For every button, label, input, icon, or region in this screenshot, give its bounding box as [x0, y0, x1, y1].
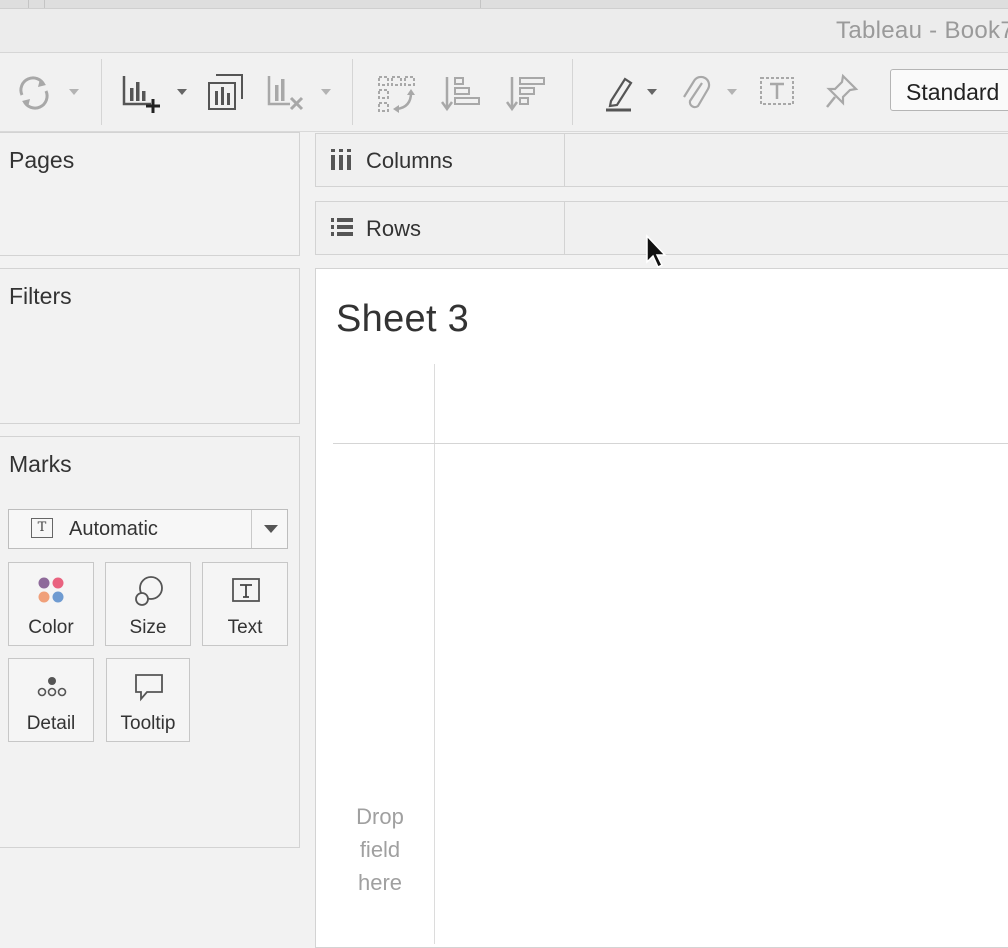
toolbar-separator: [101, 59, 102, 125]
mark-type-value: Automatic: [69, 518, 158, 540]
column-header-divider: [333, 443, 1008, 444]
duplicate-sheet-icon[interactable]: [206, 73, 246, 118]
refresh-icon[interactable]: [14, 73, 54, 118]
tab-divider: [480, 0, 481, 8]
new-worksheet-dropdown[interactable]: [177, 89, 187, 95]
rows-shelf-label: Rows: [366, 216, 422, 241]
detail-button-label: Detail: [26, 713, 76, 734]
text-mark-type-icon: T: [31, 518, 53, 538]
swap-rows-columns-icon[interactable]: [377, 73, 419, 120]
group-members-icon[interactable]: [680, 73, 712, 118]
window-title: Tableau - Book7: [836, 17, 1008, 44]
columns-shelf[interactable]: Columns: [315, 133, 1008, 187]
refresh-dropdown[interactable]: [69, 89, 79, 95]
toolbar: Standard: [0, 53, 1008, 132]
tooltip-icon: [133, 671, 165, 703]
rows-icon: [330, 216, 354, 243]
sort-descending-icon[interactable]: [505, 73, 548, 120]
shelf-divider: [564, 134, 565, 186]
fix-axes-icon[interactable]: [823, 73, 859, 116]
drop-field-hint[interactable]: Drop field here: [340, 800, 420, 899]
group-members-dropdown[interactable]: [727, 89, 737, 95]
mark-type-dropdown[interactable]: T Automatic: [8, 509, 288, 549]
fit-dropdown-value: Standard: [906, 79, 1000, 105]
dropdown-divider: [251, 510, 252, 548]
highlight-dropdown[interactable]: [647, 89, 657, 95]
drop-hint-line: field: [359, 837, 401, 862]
row-header-divider: [434, 364, 435, 944]
drop-hint-line: Drop: [356, 804, 404, 829]
sheet-title[interactable]: Sheet 3: [336, 298, 469, 341]
text-button-label: Text: [227, 617, 263, 638]
detail-button[interactable]: Detail: [8, 658, 94, 742]
columns-shelf-label: Columns: [366, 148, 453, 173]
color-dot: [52, 591, 64, 603]
sort-ascending-icon[interactable]: [440, 73, 483, 120]
pages-card[interactable]: Pages: [0, 132, 300, 256]
drop-hint-line: here: [357, 870, 403, 895]
text-icon: [230, 575, 262, 607]
pages-card-title: Pages: [9, 147, 75, 173]
color-button-label: Color: [28, 617, 74, 638]
mouse-cursor-icon: [645, 234, 669, 275]
tooltip-button-label: Tooltip: [120, 713, 176, 734]
fit-dropdown[interactable]: Standard: [890, 69, 1008, 111]
color-dot: [52, 577, 64, 589]
size-icon: [133, 575, 165, 607]
tab-divider: [28, 0, 29, 8]
clear-sheet-icon[interactable]: [266, 73, 308, 120]
tooltip-button[interactable]: Tooltip: [106, 658, 190, 742]
show-mark-labels-icon[interactable]: [759, 73, 797, 116]
toolbar-separator: [352, 59, 353, 125]
filters-card-title: Filters: [9, 283, 72, 309]
new-worksheet-icon[interactable]: [121, 73, 163, 120]
title-bar: Tableau - Book7: [0, 0, 1008, 53]
color-dot: [38, 591, 50, 603]
clear-sheet-dropdown[interactable]: [321, 89, 331, 95]
size-button[interactable]: Size: [105, 562, 191, 646]
highlight-icon[interactable]: [601, 73, 641, 120]
tab-strip: [0, 0, 1008, 9]
color-button[interactable]: Color: [8, 562, 94, 646]
filters-card[interactable]: Filters: [0, 268, 300, 424]
size-button-label: Size: [129, 617, 167, 638]
toolbar-separator: [572, 59, 573, 125]
tab-divider: [44, 0, 45, 8]
color-dot: [38, 577, 50, 589]
shelf-divider: [564, 202, 565, 254]
chevron-down-icon[interactable]: [264, 525, 278, 533]
columns-icon: [330, 148, 352, 177]
text-button[interactable]: Text: [202, 562, 288, 646]
detail-icon: [36, 671, 68, 703]
color-icon: [36, 575, 68, 607]
marks-card-title: Marks: [9, 451, 72, 477]
